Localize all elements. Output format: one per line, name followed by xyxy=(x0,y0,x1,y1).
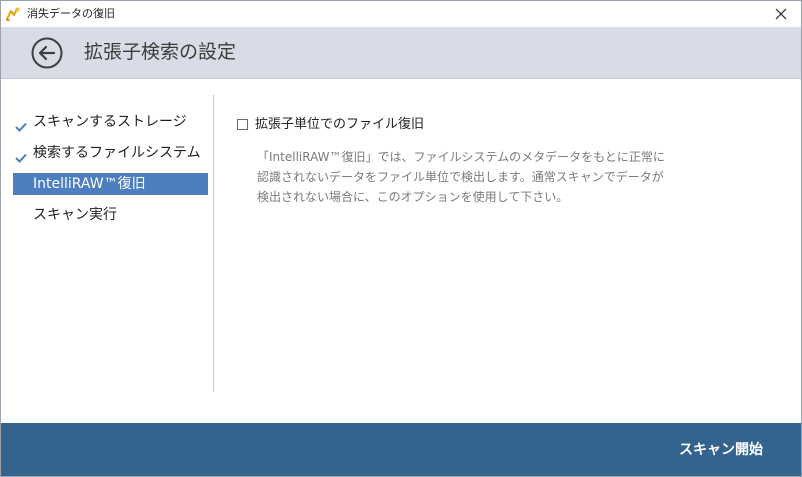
description-line: 検出されない場合に、このオプションを使用して下さい。 xyxy=(257,190,569,204)
back-arrow-icon xyxy=(31,37,63,73)
step-label: 検索するファイルシステム xyxy=(33,145,201,161)
app-window: 消失データの復旧 拡張子検索の設定 スキャンするストレージ 検索するファイルシス… xyxy=(0,0,802,477)
option-description: 「IntelliRAW™復旧」では、ファイルシステムのメタデータをもとに正常に … xyxy=(257,147,687,207)
start-scan-button[interactable]: スキャン開始 xyxy=(679,439,763,461)
checkmark-icon xyxy=(15,117,27,132)
close-button[interactable] xyxy=(761,1,801,27)
steps-sidebar: スキャンするストレージ 検索するファイルシステム IntelliRAW™復旧 ス… xyxy=(13,111,208,235)
step-label: スキャン実行 xyxy=(33,207,117,223)
checkmark-icon xyxy=(15,148,27,163)
step-filesystem[interactable]: 検索するファイルシステム xyxy=(13,142,208,164)
description-line: 「IntelliRAW™復旧」では、ファイルシステムのメタデータをもとに正常に xyxy=(257,150,665,164)
step-label: スキャンするストレージ xyxy=(33,114,187,130)
page-title: 拡張子検索の設定 xyxy=(84,41,237,63)
step-label: IntelliRAW™復旧 xyxy=(33,176,146,192)
sidebar-divider xyxy=(213,95,214,392)
back-button[interactable] xyxy=(31,37,63,69)
option-label: 拡張子単位でのファイル復旧 xyxy=(255,117,425,132)
step-intelliraw[interactable]: IntelliRAW™復旧 xyxy=(13,173,208,195)
window-title: 消失データの復旧 xyxy=(27,7,115,20)
step-run-scan[interactable]: スキャン実行 xyxy=(13,204,208,226)
title-bar: 消失データの復旧 xyxy=(1,1,801,27)
description-line: 認識されないデータをファイル単位で検出します。通常スキャンでデータが xyxy=(257,170,664,184)
extension-recovery-checkbox[interactable] xyxy=(237,119,248,130)
footer-bar: スキャン開始 xyxy=(1,423,801,476)
page-header: 拡張子検索の設定 xyxy=(1,27,801,79)
app-logo-icon xyxy=(5,6,21,22)
step-storage[interactable]: スキャンするストレージ xyxy=(13,111,208,133)
close-icon xyxy=(775,5,787,24)
